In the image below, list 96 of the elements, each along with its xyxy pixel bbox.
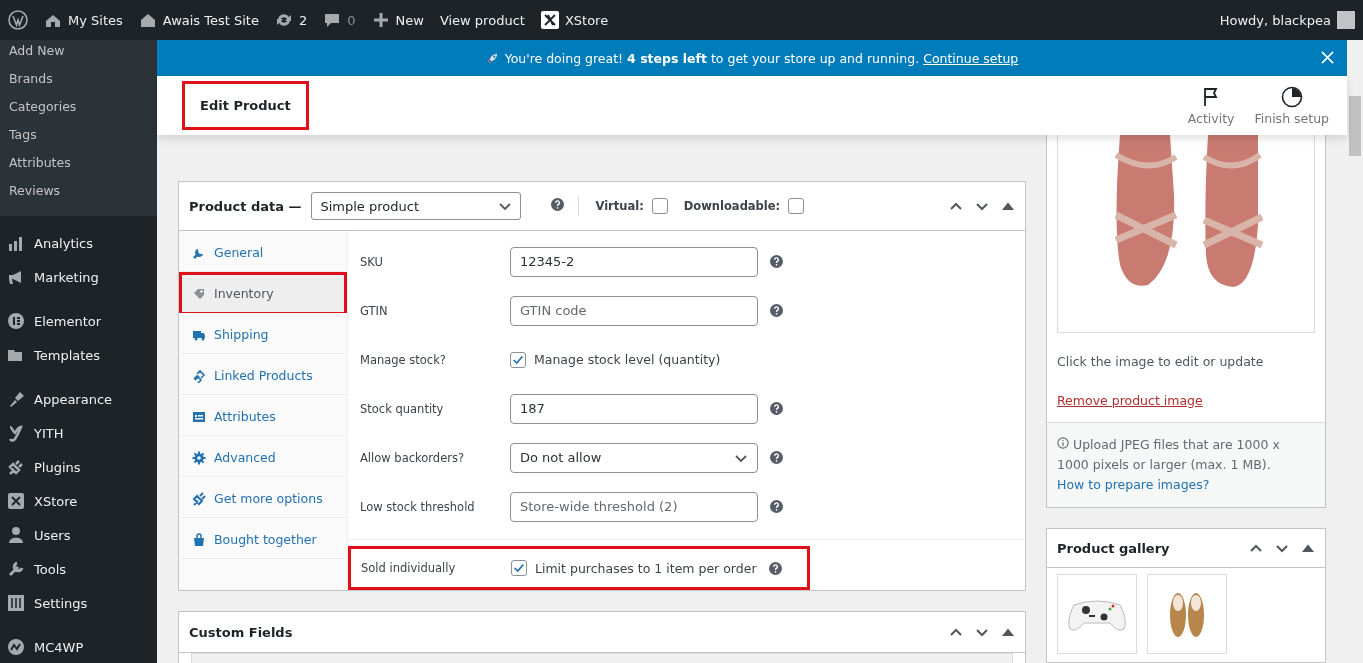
toolbar-item[interactable]: New xyxy=(371,11,424,29)
toolbar-item[interactable]: 2 xyxy=(274,11,308,29)
menu-item[interactable]: Settings xyxy=(0,586,157,620)
toolbar-item[interactable]: My Sites xyxy=(44,11,123,29)
upload-notice: Upload JPEG files that are 1000 x 1000 pixels or larger (max. 1 MB). How to prepare images? xyxy=(1047,422,1325,507)
tab[interactable]: Advanced xyxy=(179,436,347,477)
field-label: Allow backorders? xyxy=(360,450,466,465)
tab[interactable]: Shipping xyxy=(179,313,347,354)
bag-icon xyxy=(192,532,206,547)
comment-icon xyxy=(323,11,342,29)
tab[interactable]: Inventory xyxy=(179,272,347,313)
option-label: Virtual: xyxy=(595,199,644,213)
toolbar-item[interactable]: 0 xyxy=(323,11,356,29)
menu-item[interactable]: XStore xyxy=(0,484,157,518)
box-title: Product data — xyxy=(189,198,302,214)
field-label: Sold individually xyxy=(361,561,457,575)
header-action[interactable]: Finish setup xyxy=(1244,85,1339,126)
table-icon xyxy=(192,409,206,424)
toolbar-item[interactable]: View product xyxy=(439,12,525,28)
submenu-item[interactable]: Attributes xyxy=(0,152,157,180)
info-icon xyxy=(1057,437,1069,449)
help-icon[interactable] xyxy=(770,255,783,268)
tag-icon xyxy=(192,286,206,301)
continue-setup-link[interactable]: Continue setup xyxy=(923,50,1019,66)
avatar-icon xyxy=(1337,11,1355,29)
checkbox[interactable] xyxy=(788,198,805,214)
plug-icon xyxy=(192,491,206,506)
close-icon[interactable] xyxy=(1320,50,1335,65)
box-title: Product gallery xyxy=(1057,540,1170,556)
rocket-icon xyxy=(485,51,499,65)
help-icon[interactable] xyxy=(770,402,783,415)
menu-item[interactable]: Analytics xyxy=(0,226,157,260)
scrollbar-thumb[interactable] xyxy=(1349,96,1361,156)
help-icon[interactable] xyxy=(768,561,782,575)
input-field[interactable]: GTIN code xyxy=(510,295,758,326)
chart-icon xyxy=(7,234,25,252)
help-icon[interactable] xyxy=(551,198,565,211)
remove-image-link[interactable]: Remove product image xyxy=(1057,393,1203,408)
home-icon xyxy=(138,11,157,29)
header-action[interactable]: Activity xyxy=(1177,85,1245,126)
input-field[interactable]: 12345-2 xyxy=(510,246,758,277)
link-icon xyxy=(192,368,206,383)
menu-item[interactable]: MC4WP xyxy=(0,630,157,663)
menu-item[interactable]: Users xyxy=(0,518,157,552)
updates-icon xyxy=(274,11,293,29)
page-title: Edit Product xyxy=(182,81,309,130)
product-type-select[interactable]: Simple product xyxy=(311,192,522,220)
progress-icon xyxy=(1280,85,1303,108)
field-label: GTIN xyxy=(360,303,389,318)
account-menu[interactable]: Howdy, blackpea xyxy=(1219,11,1355,29)
tab[interactable]: Attributes xyxy=(179,395,347,436)
menu-item[interactable]: Elementor xyxy=(0,304,157,338)
submenu-item[interactable]: Categories xyxy=(0,96,157,124)
toolbar-item[interactable]: XStore xyxy=(540,11,609,29)
menu-item[interactable]: Plugins xyxy=(0,450,157,484)
brush-icon xyxy=(7,390,25,408)
checkbox-label: Manage stock level (quantity) xyxy=(534,352,721,367)
checkbox[interactable] xyxy=(511,560,527,576)
wrench-icon xyxy=(7,560,25,578)
user-icon xyxy=(7,526,25,544)
plus-icon xyxy=(371,11,390,29)
submenu-item[interactable]: Reviews xyxy=(0,180,157,208)
menu-item[interactable]: YITH xyxy=(0,416,157,450)
gear-icon xyxy=(192,450,206,465)
sliders-icon xyxy=(7,594,25,612)
menu-item[interactable]: Marketing xyxy=(0,260,157,294)
tab[interactable]: Get more options xyxy=(179,477,347,518)
prepare-images-link[interactable]: How to prepare images? xyxy=(1057,477,1210,492)
submenu-item[interactable]: Tags xyxy=(0,124,157,152)
help-icon[interactable] xyxy=(770,304,783,317)
checkbox-label: Limit purchases to 1 item per order xyxy=(535,560,757,576)
checkbox[interactable] xyxy=(651,198,668,214)
help-icon[interactable] xyxy=(770,451,783,464)
banner-text: You're doing great! 4 steps left to get your store up and running. Continue setup xyxy=(504,50,1019,66)
field-label: Stock quantity xyxy=(360,401,445,416)
help-icon[interactable] xyxy=(770,500,783,513)
wordpress-logo[interactable] xyxy=(8,10,28,30)
field-label: Low stock threshold xyxy=(360,499,476,514)
option-label: Downloadable: xyxy=(683,199,781,213)
field-label: SKU xyxy=(360,254,384,269)
menu-item[interactable]: Tools xyxy=(0,552,157,586)
input-field[interactable]: 187 xyxy=(510,393,758,424)
tab[interactable]: Linked Products xyxy=(179,354,347,395)
image-hint: Click the image to edit or update xyxy=(1056,353,1265,369)
select-field[interactable]: Do not allow xyxy=(510,442,758,473)
menu-item[interactable]: Templates xyxy=(0,338,157,372)
plug-icon xyxy=(7,458,25,476)
checkbox[interactable] xyxy=(510,351,526,368)
field-label: Manage stock? xyxy=(360,352,447,367)
menu-item[interactable]: Appearance xyxy=(0,382,157,416)
tab[interactable]: Bought together xyxy=(179,518,347,559)
submenu-item[interactable]: Brands xyxy=(0,68,157,96)
input-field[interactable]: Store-wide threshold (2) xyxy=(510,491,758,522)
box-title: Custom Fields xyxy=(189,624,293,640)
toolbar-item[interactable]: Awais Test Site xyxy=(138,11,259,29)
submenu-item[interactable]: Add New xyxy=(0,40,157,68)
